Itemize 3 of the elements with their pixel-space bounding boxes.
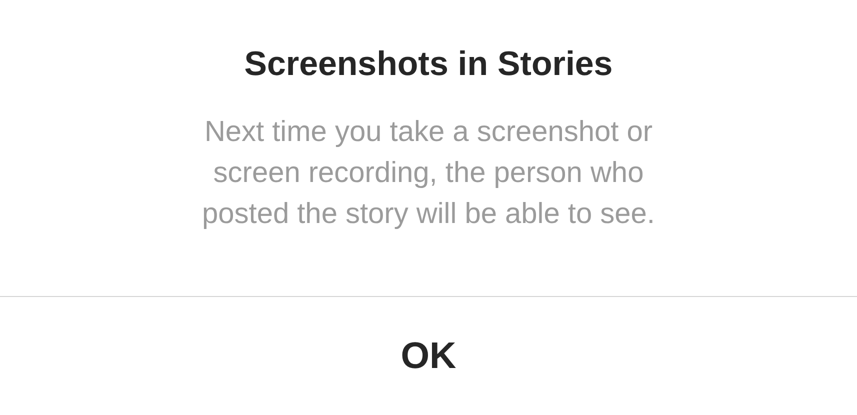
ok-button[interactable]: OK	[0, 297, 857, 415]
dialog-title: Screenshots in Stories	[244, 44, 613, 85]
dialog-message: Next time you take a screenshot or screen recording, the person who posted the story will be able to see.	[202, 115, 655, 232]
